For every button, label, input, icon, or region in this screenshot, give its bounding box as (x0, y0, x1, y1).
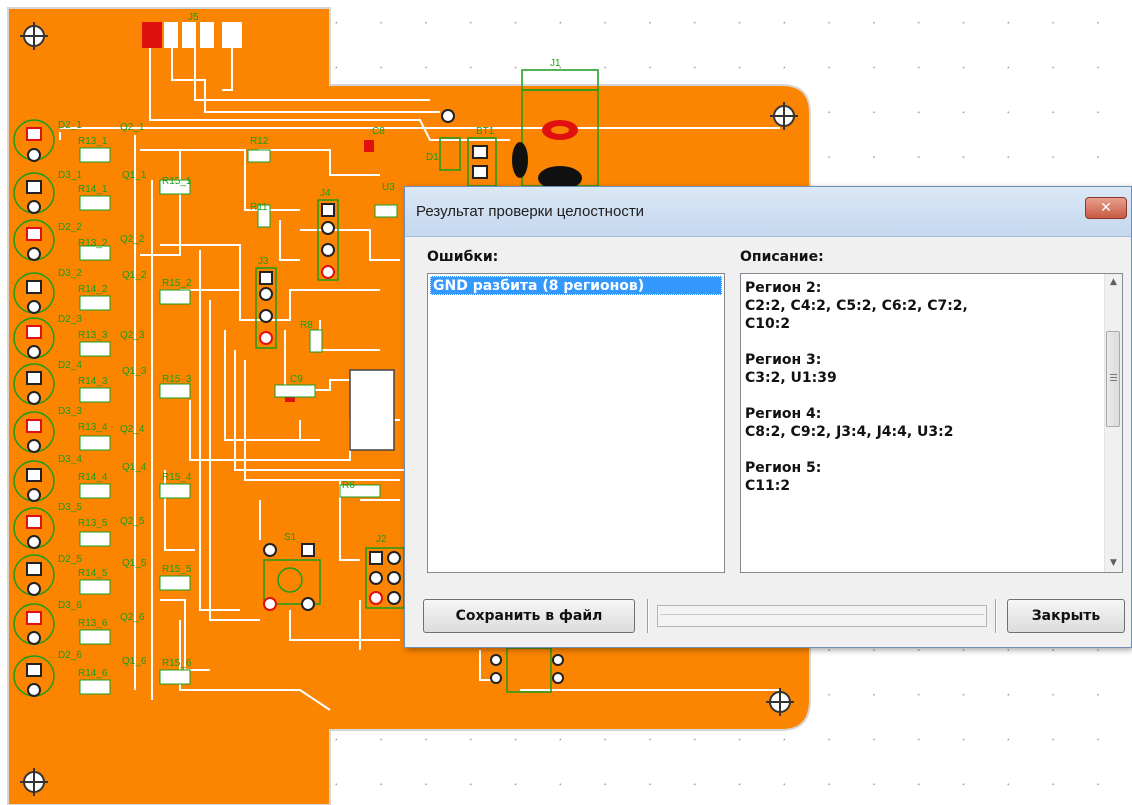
label-c8: C8 (372, 126, 385, 137)
label-c9: C9 (290, 374, 303, 385)
label-d2-1: D2_1 (58, 120, 82, 131)
label-q2-3: Q2_3 (120, 330, 145, 341)
region-entry: Регион 2: C2:2, C4:2, C5:2, C6:2, C7:2, … (745, 279, 1085, 333)
label-r15-1: R15_1 (162, 176, 192, 187)
label-q2-6: Q2_6 (120, 612, 145, 623)
description-label: Описание: (740, 249, 824, 265)
label-r13-4: R13_4 (78, 422, 108, 433)
error-list-item[interactable]: GND разбита (8 регионов) (430, 276, 722, 295)
region-pins: C3:2, U1:39 (745, 370, 837, 386)
region-pins-cont: C10:2 (745, 316, 791, 332)
label-j2: J2 (376, 534, 387, 545)
label-d3-2: D3_2 (58, 268, 82, 279)
label-r8: R8 (300, 320, 313, 331)
region-title: Регион 4: (745, 406, 822, 422)
label-r15-6: R15_6 (162, 658, 192, 669)
label-q1-2: Q1_2 (122, 270, 147, 281)
scroll-down-icon[interactable]: ▼ (1105, 555, 1122, 572)
label-d1: D1 (426, 152, 439, 163)
grip-line (1110, 377, 1117, 378)
label-u3: U3 (382, 182, 395, 193)
label-d2-6: D2_6 (58, 650, 82, 661)
region-title: Регион 3: (745, 352, 822, 368)
label-r13-5: R13_5 (78, 518, 108, 529)
label-q1-1: Q1_1 (122, 170, 147, 181)
label-r14-3: R14_3 (78, 376, 108, 387)
label-j4: J4 (320, 188, 331, 199)
label-r15-2: R15_2 (162, 278, 192, 289)
label-r15-5: R15_5 (162, 564, 192, 575)
label-d3-6: D3_6 (58, 600, 82, 611)
label-s1: S1 (284, 532, 297, 543)
grip-line (1110, 380, 1117, 381)
grip-line (1110, 374, 1117, 375)
region-pins: C8:2, C9:2, J3:4, J4:4, U3:2 (745, 424, 954, 440)
label-q2-2: Q2_2 (120, 234, 145, 245)
description-scrollbar[interactable]: ▲ ▼ (1104, 274, 1122, 572)
region-entry: Регион 4: C8:2, C9:2, J3:4, J4:4, U3:2 (745, 405, 1085, 441)
label-d3-5: D3_5 (58, 502, 82, 513)
label-r13-3: R13_3 (78, 330, 108, 341)
label-j5: J5 (188, 12, 199, 23)
label-q1-3: Q1_3 (122, 366, 147, 377)
scrollbar-thumb[interactable] (1106, 331, 1120, 427)
description-textbox[interactable]: Регион 2: C2:2, C4:2, C5:2, C6:2, C7:2, … (740, 273, 1123, 573)
region-entry: Регион 3: C3:2, U1:39 (745, 351, 1085, 387)
label-q2-4: Q2_4 (120, 424, 145, 435)
label-d3-4: D3_4 (58, 454, 82, 465)
close-button[interactable]: Закрыть (1007, 599, 1125, 633)
label-q1-4: Q1_4 (122, 462, 147, 473)
region-entry: Регион 5: C11:2 (745, 459, 1085, 495)
label-d3-1: D3_1 (58, 170, 82, 181)
label-r14-6: R14_6 (78, 668, 108, 679)
label-r6: R6 (342, 480, 355, 491)
label-q2-1: Q2_1 (120, 122, 145, 133)
label-d3-3: D3_3 (58, 406, 82, 417)
close-icon[interactable]: ✕ (1085, 197, 1127, 219)
label-r11: R11 (250, 202, 268, 213)
label-r14-4: R14_4 (78, 472, 108, 483)
label-j1: J1 (550, 58, 561, 69)
label-d2-4: D2_4 (58, 360, 82, 371)
label-r13-2: R13_2 (78, 238, 108, 249)
dialog-titlebar[interactable]: Результат проверки целостности ✕ (405, 187, 1131, 237)
separator (647, 599, 649, 633)
region-pins: C2:2, C4:2, C5:2, C6:2, C7:2, (745, 298, 968, 314)
label-r15-3: R15_3 (162, 374, 192, 385)
label-d2-3: D2_3 (58, 314, 82, 325)
region-title: Регион 2: (745, 280, 822, 296)
label-r14-2: R14_2 (78, 284, 108, 295)
label-q1-6: Q1_6 (122, 656, 147, 667)
label-j3: J3 (258, 256, 269, 267)
description-text: Регион 2: C2:2, C4:2, C5:2, C6:2, C7:2, … (745, 279, 1085, 513)
errors-label: Ошибки: (427, 249, 499, 265)
scroll-up-icon[interactable]: ▲ (1105, 274, 1122, 291)
label-bt1: BT1 (476, 126, 495, 137)
label-r14-5: R14_5 (78, 568, 108, 579)
label-d2-5: D2_5 (58, 554, 82, 565)
save-to-file-button[interactable]: Сохранить в файл (423, 599, 635, 633)
region-pins: C11:2 (745, 478, 791, 494)
label-r14-1: R14_1 (78, 184, 108, 195)
label-r15-4: R15_4 (162, 472, 192, 483)
label-r13-6: R13_6 (78, 618, 108, 629)
label-r12: R12 (250, 136, 269, 147)
label-q2-5: Q2_5 (120, 516, 145, 527)
integrity-check-dialog: Результат проверки целостности ✕ Ошибки:… (404, 186, 1132, 648)
dialog-title: Результат проверки целостности (416, 203, 645, 220)
errors-list[interactable]: GND разбита (8 регионов) (427, 273, 725, 573)
label-q1-5: Q1_5 (122, 558, 147, 569)
region-title: Регион 5: (745, 460, 822, 476)
progress-bar (657, 605, 987, 627)
separator (995, 599, 997, 633)
label-d2-2: D2_2 (58, 222, 82, 233)
label-r13-1: R13_1 (78, 136, 108, 147)
